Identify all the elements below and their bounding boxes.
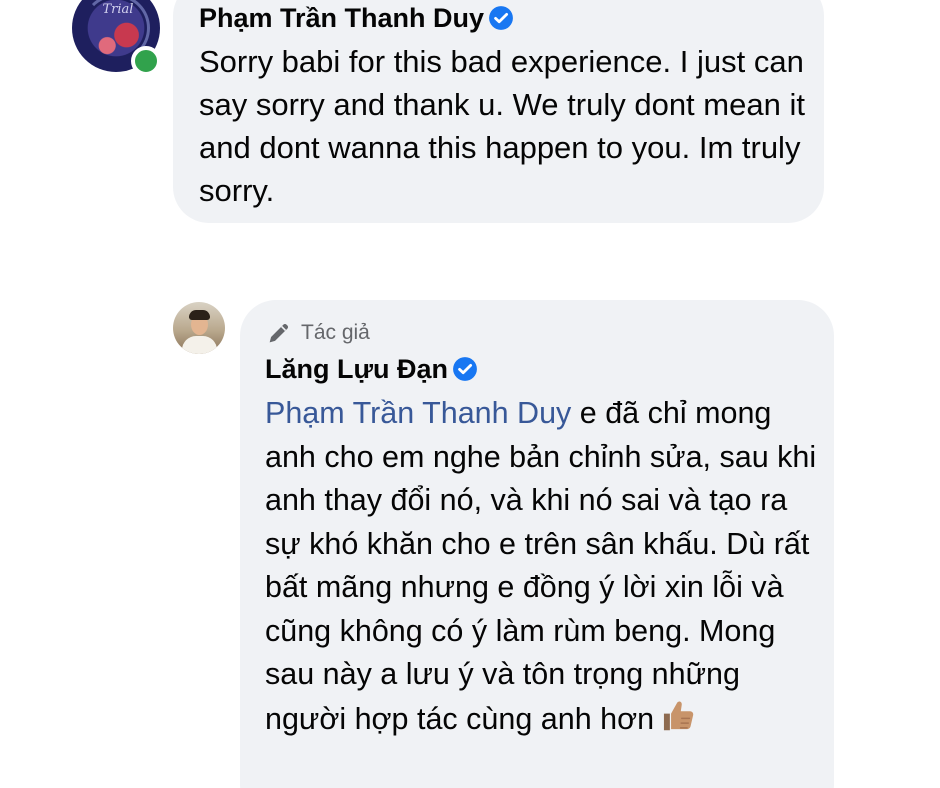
avatar-artwork-text: Delulu Trial: [96, 0, 139, 17]
avatar-photo-hair: [189, 310, 210, 320]
verified-badge-icon: [489, 6, 513, 30]
comment-author-line: Lăng Lựu Đạn: [265, 353, 478, 385]
comment-text: Phạm Trần Thanh Duy e đã chỉ mong anh ch…: [265, 392, 825, 741]
author-badge-label: Tác giả: [301, 321, 370, 344]
avatar-photo-shirt: [182, 336, 217, 354]
mention-link[interactable]: Phạm Trần Thanh Duy: [265, 396, 571, 430]
comment-thread: Delulu Trial Phạm Trần Thanh Duy Sorry b…: [0, 0, 940, 788]
comment-text-body: e đã chỉ mong anh cho em nghe bản chỉnh …: [265, 396, 817, 736]
online-status-icon: [131, 46, 161, 76]
comment-author[interactable]: Lăng Lựu Đạn: [265, 354, 448, 384]
author-badge: Tác giả: [265, 318, 370, 348]
thumbs-up-icon: [664, 701, 694, 730]
comment-author[interactable]: Phạm Trần Thanh Duy: [199, 3, 484, 33]
comment-text: Sorry babi for this bad experience. I ju…: [199, 44, 805, 208]
pencil-icon: [269, 323, 289, 343]
comment-author-line: Phạm Trần Thanh Duy: [199, 2, 514, 34]
verified-badge-icon: [453, 357, 477, 381]
avatar[interactable]: [173, 302, 225, 354]
